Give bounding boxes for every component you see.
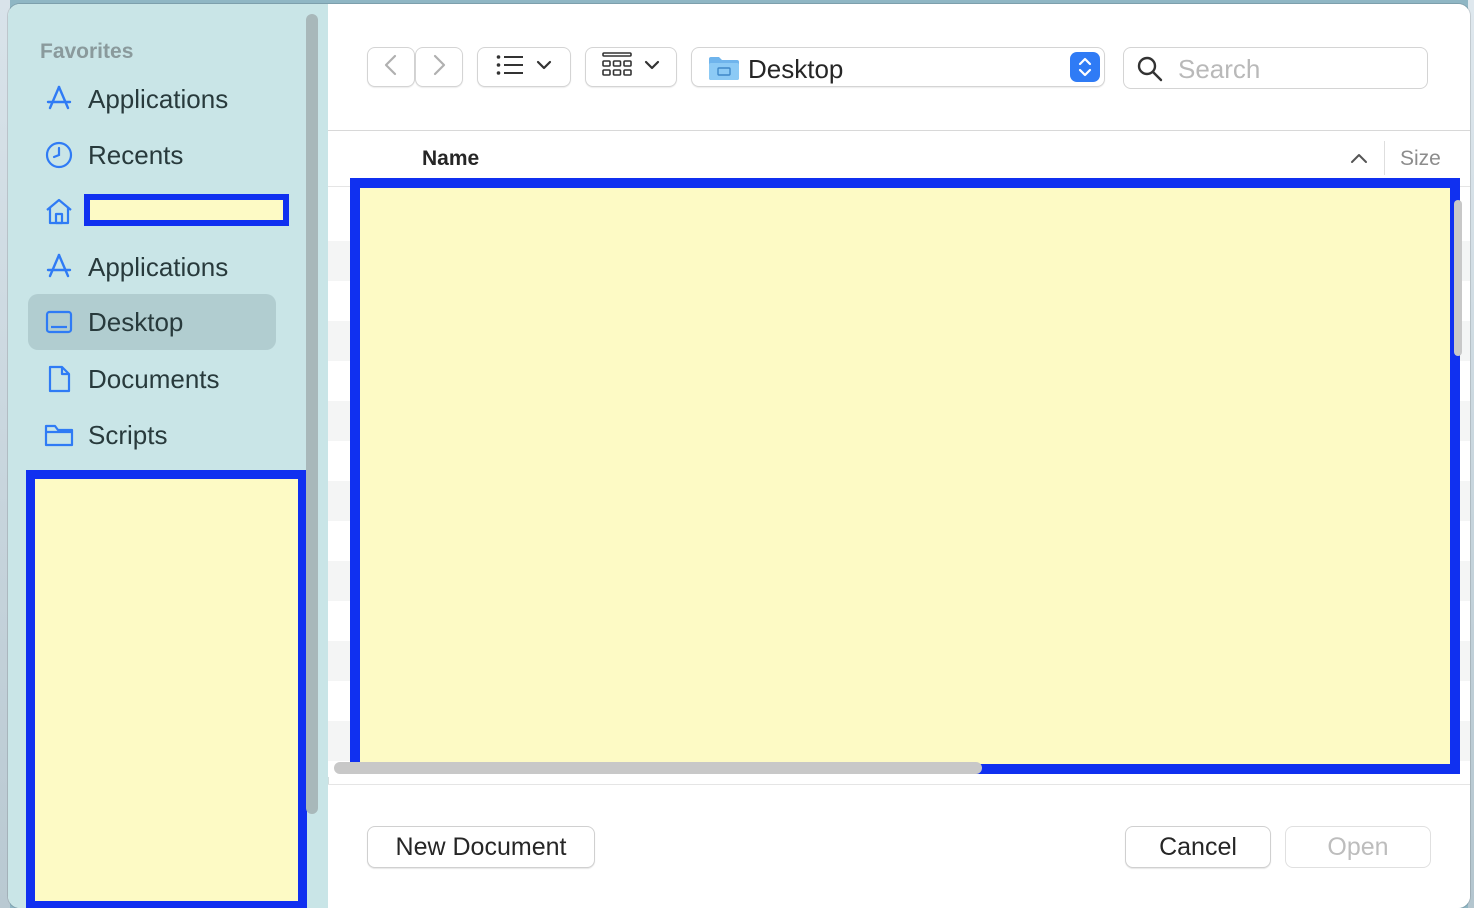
- sidebar-item-desktop[interactable]: Desktop: [28, 294, 276, 350]
- app-store-icon: [44, 84, 74, 114]
- search-input[interactable]: [1176, 52, 1420, 86]
- sidebar-item-label: Documents: [88, 363, 220, 394]
- sidebar-item-applications[interactable]: Applications: [28, 71, 276, 127]
- sidebar-item-scripts[interactable]: Scripts: [28, 407, 276, 463]
- sidebar-item-label: Desktop: [88, 306, 184, 337]
- new-document-button[interactable]: New Document: [367, 826, 595, 868]
- redacted-file-list: [350, 178, 1460, 774]
- list-view-icon: [496, 54, 524, 81]
- redacted-username: [84, 194, 289, 226]
- horizontal-scrollbar[interactable]: [334, 762, 982, 774]
- toolbar: Desktop: [328, 4, 1470, 131]
- dialog-footer: New Document Cancel Open: [328, 784, 1470, 908]
- sidebar-item-documents[interactable]: Documents: [28, 351, 276, 407]
- location-stepper-icon: [1070, 52, 1100, 82]
- chevron-up-icon: [1350, 151, 1368, 169]
- sidebar-item-label: Applications: [88, 83, 229, 114]
- redacted-sidebar-section: [26, 470, 307, 908]
- grid-icon: [602, 51, 632, 83]
- search-field[interactable]: [1123, 47, 1428, 89]
- list-view-button[interactable]: [477, 47, 571, 87]
- column-size-header[interactable]: Size: [1400, 147, 1441, 171]
- cancel-button[interactable]: Cancel: [1125, 826, 1271, 868]
- sidebar-scrollbar[interactable]: [306, 14, 318, 814]
- home-icon: [44, 196, 74, 226]
- sidebar-item-recents[interactable]: Recents: [28, 127, 276, 183]
- folder-icon: [708, 55, 740, 86]
- column-name-header[interactable]: Name: [422, 147, 479, 171]
- open-button[interactable]: Open: [1285, 826, 1431, 868]
- group-view-button[interactable]: [585, 47, 677, 87]
- location-label: Desktop: [748, 54, 844, 84]
- sidebar: Favorites Applications Recents Applicati…: [8, 4, 329, 908]
- chevron-right-icon: [429, 53, 449, 82]
- vertical-scrollbar[interactable]: [1454, 200, 1462, 356]
- sidebar-item-applications-2[interactable]: Applications: [28, 239, 276, 295]
- open-file-dialog: Favorites Applications Recents Applicati…: [8, 4, 1470, 908]
- location-popup[interactable]: Desktop: [691, 47, 1105, 87]
- back-button[interactable]: [367, 47, 415, 87]
- document-icon: [44, 364, 74, 394]
- sidebar-item-label: Recents: [88, 139, 184, 170]
- chevron-down-icon: [536, 58, 552, 76]
- sidebar-item-label: Applications: [88, 251, 229, 282]
- app-store-icon: [44, 252, 74, 282]
- folder-icon: [44, 420, 74, 450]
- search-icon: [1136, 55, 1164, 88]
- chevron-left-icon: [381, 53, 401, 82]
- desktop-icon: [44, 307, 74, 337]
- chevron-down-icon: [644, 58, 660, 76]
- clock-icon: [44, 140, 74, 170]
- sidebar-item-label: Scripts: [88, 419, 168, 450]
- file-list[interactable]: [328, 178, 1470, 777]
- sidebar-heading-favorites: Favorites: [40, 40, 134, 63]
- column-divider[interactable]: [1384, 141, 1385, 175]
- forward-button[interactable]: [415, 47, 463, 87]
